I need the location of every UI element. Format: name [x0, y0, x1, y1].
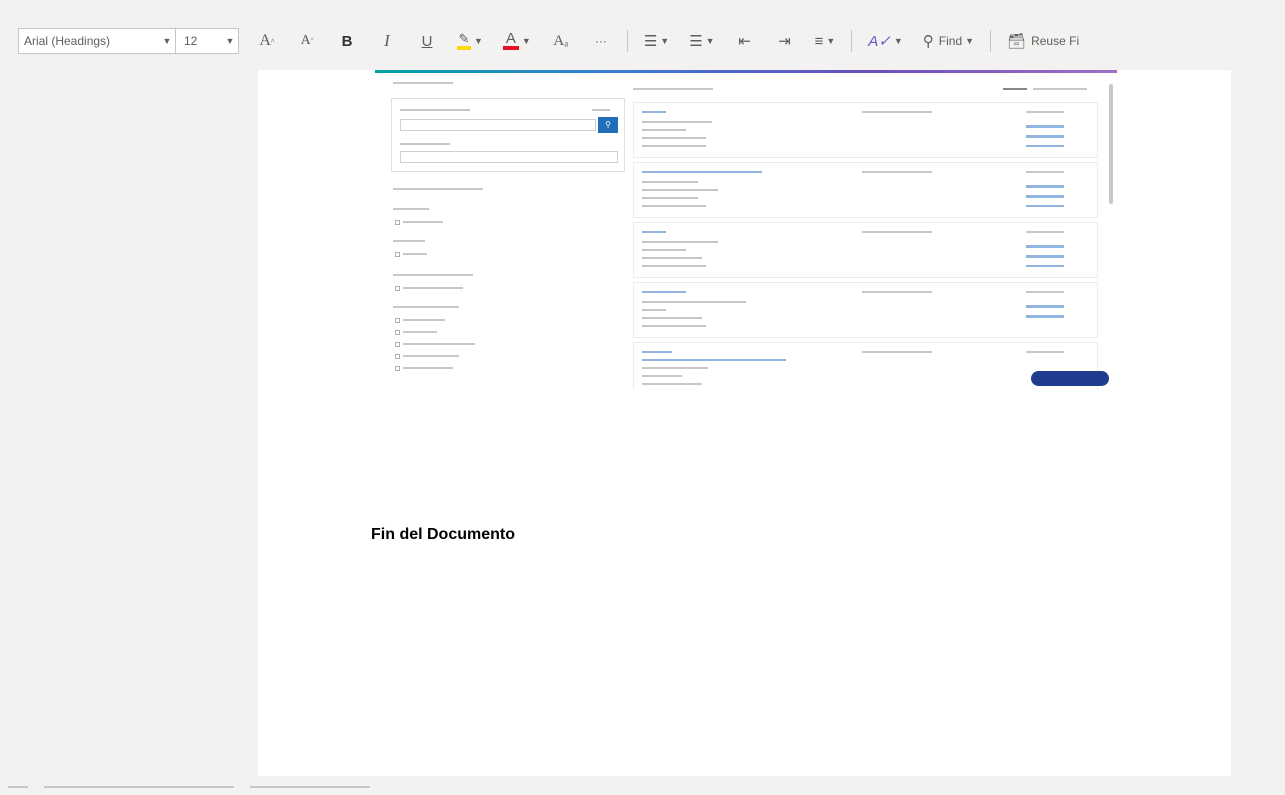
- styles-icon[interactable]: Aₐ: [547, 27, 575, 55]
- highlight-icon: ✎: [457, 32, 471, 50]
- document-page[interactable]: ⚲ Fin del Documento: [258, 70, 1231, 776]
- embedded-screenshot-image[interactable]: ⚲: [375, 70, 1117, 390]
- find-button[interactable]: ⚲ Find ▼: [919, 27, 978, 55]
- image-filter-panel: ⚲: [389, 76, 625, 386]
- align-icon: ≡: [814, 32, 824, 50]
- chevron-down-icon: ▼: [705, 36, 715, 46]
- reuse-files-icon: 🗃: [1007, 33, 1027, 50]
- image-result-card: [633, 102, 1098, 158]
- ribbon-toolbar: Arial (Headings) ▼ 12 ▼ A ^ Aˇ B I U ✎ ▼ …: [0, 0, 1285, 70]
- chevron-down-icon: ▼: [826, 36, 836, 46]
- document-end-text[interactable]: Fin del Documento: [371, 526, 515, 544]
- image-accent-bar: [375, 70, 1117, 73]
- italic-icon[interactable]: I: [373, 27, 401, 55]
- increase-indent-icon[interactable]: ⇥: [771, 27, 799, 55]
- chevron-down-icon: ▼: [660, 36, 670, 46]
- numbering-icon: ☰: [689, 33, 703, 50]
- toolbar-divider: [626, 30, 628, 52]
- image-floating-button: [1031, 371, 1109, 386]
- more-icon[interactable]: ···: [587, 27, 615, 55]
- chevron-down-icon: ▼: [965, 36, 975, 46]
- bullets-icon: ☰: [643, 33, 658, 50]
- font-size-value: 12: [184, 34, 198, 48]
- reuse-files-label: Reuse Fi: [1031, 34, 1080, 48]
- chevron-down-icon: ▼: [162, 36, 172, 46]
- shrink-font-icon[interactable]: Aˇ: [293, 27, 321, 55]
- align-button[interactable]: ≡ ▼: [811, 27, 840, 55]
- image-result-card: [633, 282, 1098, 338]
- chevron-down-icon: ▼: [893, 36, 903, 46]
- font-color-icon: A: [502, 31, 519, 50]
- toolbar-divider: [990, 30, 992, 52]
- grow-font-icon[interactable]: A ^: [253, 27, 281, 55]
- font-name-dropdown[interactable]: Arial (Headings) ▼: [18, 28, 176, 54]
- reuse-files-button[interactable]: 🗃 Reuse Fi: [1003, 27, 1083, 55]
- chevron-down-icon: ▼: [474, 36, 483, 46]
- decrease-indent-icon[interactable]: ⇤: [731, 27, 759, 55]
- image-results-panel: [633, 84, 1115, 390]
- chevron-down-icon: ▼: [521, 36, 531, 46]
- search-icon: ⚲: [598, 117, 618, 133]
- editor-icon: A✓: [868, 33, 891, 50]
- font-name-value: Arial (Headings): [24, 34, 111, 48]
- image-result-card: [633, 162, 1098, 218]
- highlight-button[interactable]: ✎ ▼: [453, 27, 487, 55]
- font-color-button[interactable]: A ▼: [499, 27, 535, 55]
- image-result-card: [633, 342, 1098, 390]
- status-bar: [0, 778, 1285, 795]
- right-margin: [1231, 70, 1285, 776]
- font-size-dropdown[interactable]: 12 ▼: [175, 28, 239, 54]
- chevron-down-icon: ▼: [225, 36, 235, 46]
- bold-icon[interactable]: B: [333, 27, 361, 55]
- bullets-button[interactable]: ☰ ▼: [640, 27, 673, 55]
- image-scrollbar: [1109, 84, 1113, 204]
- underline-icon[interactable]: U: [413, 27, 441, 55]
- toolbar-divider: [851, 30, 853, 52]
- editor-button[interactable]: A✓ ▼: [864, 27, 907, 55]
- search-icon: ⚲: [922, 33, 934, 50]
- find-label: Find: [938, 34, 963, 48]
- numbering-button[interactable]: ☰ ▼: [685, 27, 718, 55]
- image-result-card: [633, 222, 1098, 278]
- format-row: Arial (Headings) ▼ 12 ▼ A ^ Aˇ B I U ✎ ▼ …: [18, 26, 1089, 56]
